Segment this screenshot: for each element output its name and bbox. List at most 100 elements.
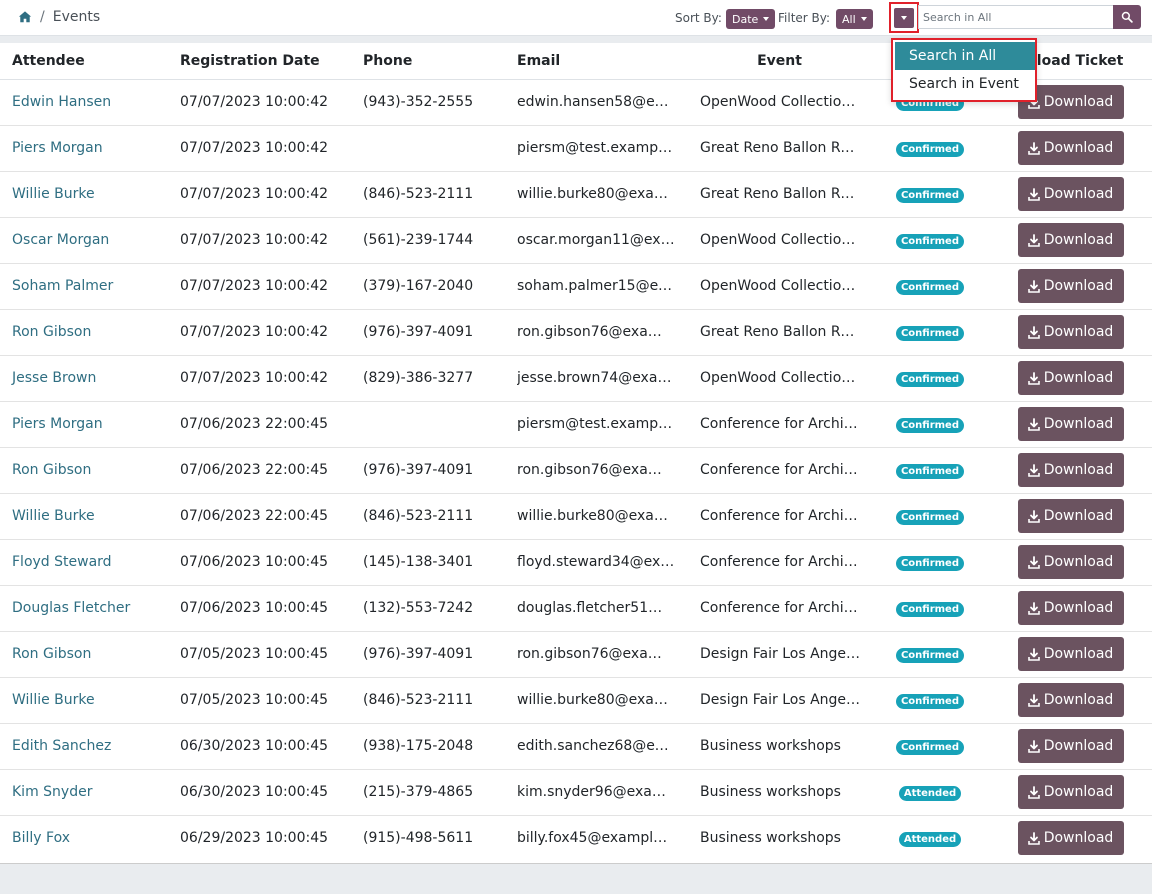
download-button[interactable]: Download <box>1017 499 1124 533</box>
download-button[interactable]: Download <box>1017 821 1124 856</box>
download-button[interactable]: Download <box>1017 407 1124 441</box>
status-badge: Confirmed <box>895 417 965 433</box>
event-name: Conference for Architects <box>700 416 862 432</box>
email-address: willie.burke80@example.com <box>517 186 675 202</box>
download-cell: Download <box>989 677 1152 724</box>
phone-number: (976)-397-4091 <box>363 324 474 340</box>
email-address: piersm@test.example.com <box>517 416 675 432</box>
attendee-link[interactable]: Soham Palmer <box>12 278 113 294</box>
attendee-link[interactable]: Ron Gibson <box>12 324 91 340</box>
download-cell: Download <box>989 447 1152 494</box>
filter-dropdown-button[interactable]: All <box>836 9 873 29</box>
event-cell: Great Reno Ballon Race <box>688 171 871 218</box>
status-cell: Confirmed <box>871 539 989 586</box>
attendee-link[interactable]: Kim Snyder <box>12 784 92 800</box>
download-button-label: Download <box>1043 692 1114 708</box>
status-cell: Confirmed <box>871 677 989 724</box>
status-cell: Confirmed <box>871 447 989 494</box>
table-row: Kim Snyder 06/30/2023 10:00:45 (215)-379-4… <box>0 769 1152 816</box>
download-button[interactable]: Download <box>1017 223 1124 257</box>
registration-date: 07/07/2023 10:00:42 <box>180 186 329 202</box>
download-button[interactable]: Download <box>1017 637 1124 671</box>
download-button-label: Download <box>1043 232 1114 248</box>
event-cell: OpenWood Collection Online Reveal <box>688 79 871 126</box>
search-button[interactable] <box>1113 5 1141 29</box>
registration-date: 07/05/2023 10:00:45 <box>180 646 329 662</box>
search-scope-button[interactable] <box>894 8 914 28</box>
attendee-link[interactable]: Edwin Hansen <box>12 94 111 110</box>
attendee-link[interactable]: Edith Sanchez <box>12 738 111 754</box>
search-option-all[interactable]: Search in All <box>895 42 1035 70</box>
attendee-link[interactable]: Ron Gibson <box>12 462 91 478</box>
status-badge: Confirmed <box>895 555 965 571</box>
table-row: Soham Palmer 07/07/2023 10:00:42 (379)-167… <box>0 263 1152 310</box>
phone-cell: (846)-523-2111 <box>351 171 505 218</box>
download-cell: Download <box>989 125 1152 172</box>
status-cell: Confirmed <box>871 171 989 218</box>
event-cell: Design Fair Los Angeles <box>688 631 871 678</box>
phone-cell: (132)-553-7242 <box>351 585 505 632</box>
event-name: Great Reno Ballon Race <box>700 324 862 340</box>
registration-date-cell: 07/07/2023 10:00:42 <box>168 217 351 264</box>
download-button[interactable]: Download <box>1017 269 1124 303</box>
email-cell: edwin.hansen58@example.com <box>505 79 688 126</box>
download-cell: Download <box>989 217 1152 264</box>
email-address: kim.snyder96@example.com <box>517 784 675 800</box>
attendee-link[interactable]: Ron Gibson <box>12 646 91 662</box>
download-button[interactable]: Download <box>1017 315 1124 349</box>
search-scope-toggle[interactable] <box>889 2 919 33</box>
download-button[interactable]: Download <box>1017 683 1124 717</box>
email-address: soham.palmer15@example.com <box>517 278 675 294</box>
download-button[interactable]: Download <box>1017 361 1124 395</box>
attendee-cell: Willie Burke <box>0 677 168 724</box>
registration-date: 06/30/2023 10:00:45 <box>180 738 329 754</box>
status-cell: Confirmed <box>871 585 989 632</box>
download-button[interactable]: Download <box>1017 131 1124 165</box>
status-cell: Confirmed <box>871 355 989 402</box>
event-name: Conference for Architects <box>700 600 862 616</box>
event-cell: Conference for Architects <box>688 401 871 448</box>
attendee-link[interactable]: Floyd Steward <box>12 554 112 570</box>
download-button[interactable]: Download <box>1017 775 1124 809</box>
attendee-link[interactable]: Jesse Brown <box>12 370 96 386</box>
attendee-cell: Ron Gibson <box>0 447 168 494</box>
sort-dropdown-button[interactable]: Date <box>726 9 776 29</box>
email-cell: willie.burke80@example.com <box>505 677 688 724</box>
download-button-label: Download <box>1043 416 1114 432</box>
registration-date: 07/06/2023 22:00:45 <box>180 416 329 432</box>
download-button[interactable]: Download <box>1017 453 1124 487</box>
attendee-link[interactable]: Willie Burke <box>12 508 95 524</box>
attendee-link[interactable]: Willie Burke <box>12 186 95 202</box>
attendee-cell: Ron Gibson <box>0 631 168 678</box>
phone-number: (846)-523-2111 <box>363 692 474 708</box>
attendee-link[interactable]: Douglas Fletcher <box>12 600 130 616</box>
attendee-link[interactable]: Piers Morgan <box>12 416 103 432</box>
email-address: piersm@test.example.com <box>517 140 675 156</box>
registration-date: 07/06/2023 22:00:45 <box>180 508 329 524</box>
event-name: OpenWood Collection Online Reveal <box>700 370 862 386</box>
event-cell: Conference for Architects <box>688 447 871 494</box>
table-body: Edwin Hansen 07/07/2023 10:00:42 (943)-352… <box>0 79 1152 861</box>
download-button[interactable]: Download <box>1017 729 1124 763</box>
event-name: OpenWood Collection Online Reveal <box>700 278 862 294</box>
table-row: Douglas Fletcher 07/06/2023 10:00:45 (132)… <box>0 585 1152 632</box>
search-option-event[interactable]: Search in Event <box>895 70 1035 98</box>
search-input[interactable] <box>918 5 1114 29</box>
status-badge: Confirmed <box>895 233 965 249</box>
home-icon[interactable] <box>18 10 32 24</box>
table-row: Floyd Steward 07/06/2023 10:00:45 (145)-13… <box>0 539 1152 586</box>
breadcrumb: / Events <box>18 9 100 25</box>
download-button[interactable]: Download <box>1017 591 1124 625</box>
event-cell: Business workshops <box>688 815 871 861</box>
download-button[interactable]: Download <box>1017 545 1124 579</box>
attendee-cell: Piers Morgan <box>0 401 168 448</box>
phone-cell: (561)-239-1744 <box>351 217 505 264</box>
download-button[interactable]: Download <box>1017 177 1124 211</box>
attendee-link[interactable]: Oscar Morgan <box>12 232 109 248</box>
filter-value: All <box>842 12 856 26</box>
attendee-link[interactable]: Billy Fox <box>12 830 70 846</box>
attendee-link[interactable]: Piers Morgan <box>12 140 103 156</box>
download-icon <box>1027 509 1040 523</box>
attendee-link[interactable]: Willie Burke <box>12 692 95 708</box>
phone-number: (976)-397-4091 <box>363 462 474 478</box>
